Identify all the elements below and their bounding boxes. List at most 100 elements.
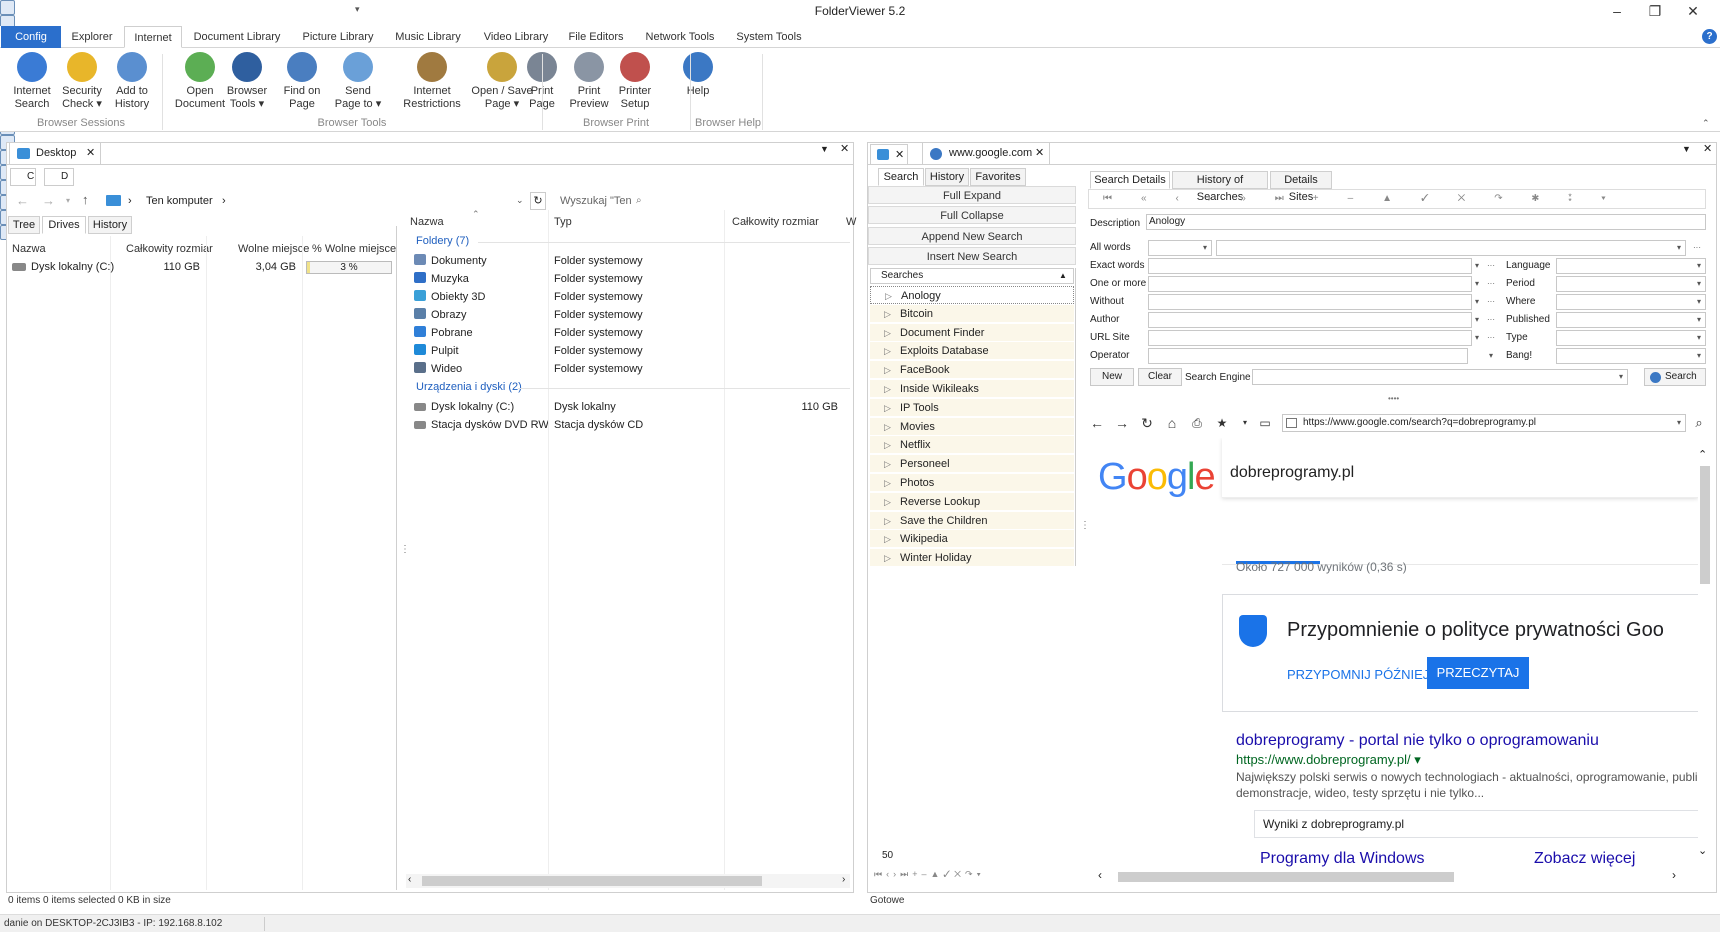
url-site-input[interactable] <box>1148 330 1472 346</box>
scroll-left-icon[interactable]: ‹ <box>408 874 411 885</box>
col-nazwa[interactable]: Nazwa <box>410 216 444 228</box>
tab-file-editors[interactable]: File Editors <box>562 26 630 48</box>
tab-tree[interactable]: Tree <box>8 216 40 234</box>
scroll-down-icon[interactable]: ⌄ <box>1698 844 1707 857</box>
chevron-down-icon[interactable]: ▾ <box>1470 312 1484 328</box>
chevron-down-icon[interactable]: ▾ <box>1672 415 1686 431</box>
chevron-down-icon[interactable]: ▾ <box>1692 312 1706 328</box>
searches-header[interactable]: Searches ▲ <box>870 268 1074 284</box>
chevron-down-icon[interactable]: ▾ <box>1692 258 1706 274</box>
full-expand-button[interactable]: Full Expand <box>868 186 1076 204</box>
tab-internet[interactable]: Internet <box>124 26 182 48</box>
col-free[interactable]: Wolne miejsce <box>238 243 309 255</box>
clear-button[interactable]: Clear <box>1138 368 1182 386</box>
favorites-icon[interactable]: ★ <box>1213 414 1231 432</box>
close-button[interactable]: ✕ <box>1674 0 1712 22</box>
scroll-up-icon[interactable]: ⌃ <box>1698 448 1707 461</box>
list-item[interactable]: Muzyka <box>414 270 544 288</box>
col-total[interactable]: Całkowity rozmiar <box>126 243 213 255</box>
result-title-link[interactable]: dobreprogramy - portal nie tylko o oprog… <box>1236 732 1599 750</box>
all-words-input[interactable] <box>1216 240 1686 256</box>
address-path[interactable]: Ten komputer <box>146 195 213 207</box>
google-search-box[interactable]: dobreprogramy.pl <box>1222 438 1698 498</box>
chevron-down-icon[interactable]: ▾ <box>1470 276 1484 292</box>
search-input[interactable]: Wyszukaj "Ten <box>560 195 632 207</box>
bookmark-icon[interactable]: ▭ <box>1256 414 1274 432</box>
send-page-to-button[interactable]: Send Page to ▾ <box>326 52 390 111</box>
where-select[interactable] <box>1556 294 1706 310</box>
more-options-icon[interactable]: ··· <box>1484 258 1498 274</box>
tab-document-library[interactable]: Document Library <box>186 26 288 48</box>
pane-menu-icon[interactable]: ▼ <box>820 144 829 154</box>
printer-setup-button[interactable]: Printer Setup <box>612 52 658 111</box>
close-tab-icon[interactable]: ✕ <box>86 143 95 164</box>
search-item[interactable]: ▷ IP Tools <box>870 398 1074 417</box>
more-options-icon[interactable]: ··· <box>1690 240 1704 256</box>
search-item[interactable]: ▷ Wikipedia <box>870 530 1074 549</box>
expand-icon[interactable]: ▷ <box>884 399 891 417</box>
chevron-down-icon[interactable]: ▾ <box>1692 330 1706 346</box>
type-select[interactable] <box>1556 330 1706 346</box>
chevron-down-icon[interactable]: ▾ <box>1672 240 1686 256</box>
one-or-more-input[interactable] <box>1148 276 1472 292</box>
search-item[interactable]: ▷ Document Finder <box>870 323 1074 342</box>
search-item[interactable]: ▷ Bitcoin <box>870 304 1074 323</box>
drive-c-button[interactable]: C <box>10 168 36 186</box>
col-nazwa[interactable]: Nazwa <box>12 243 46 255</box>
language-select[interactable] <box>1556 258 1706 274</box>
search-item[interactable]: ▷ Photos <box>870 474 1074 492</box>
splitter-handle-icon[interactable]: ⋮ <box>400 544 410 555</box>
list-item[interactable]: Obrazy <box>414 306 544 324</box>
chevron-down-icon[interactable]: ▾ <box>1692 348 1706 364</box>
expand-icon[interactable]: ▷ <box>884 493 891 511</box>
list-item[interactable]: Wideo <box>414 360 544 378</box>
tab-history[interactable]: History <box>88 216 132 234</box>
chevron-down-icon[interactable]: ▾ <box>1692 276 1706 292</box>
search-item[interactable]: ▷ Netflix <box>870 436 1074 455</box>
list-item[interactable]: Pobrane <box>414 324 544 342</box>
more-options-icon[interactable]: ··· <box>1484 330 1498 346</box>
help-button[interactable]: Help <box>678 52 718 98</box>
tab-music-library[interactable]: Music Library <box>388 26 468 48</box>
more-options-icon[interactable]: ··· <box>1484 312 1498 328</box>
search-item[interactable]: ▷ Save the Children <box>870 511 1074 530</box>
minimize-button[interactable]: – <box>1598 0 1636 22</box>
search-item[interactable]: ▷ Exploits Database <box>870 342 1074 361</box>
search-engine-select[interactable] <box>1252 369 1628 385</box>
expand-icon[interactable]: ▷ <box>884 455 891 473</box>
scroll-right-icon[interactable]: › <box>842 874 845 885</box>
tab-favorites[interactable]: Favorites <box>970 168 1026 186</box>
search-item[interactable]: ▷ Movies <box>870 417 1074 436</box>
description-field[interactable]: Anology <box>1146 214 1706 230</box>
append-new-search-button[interactable]: Append New Search <box>868 227 1076 245</box>
more-options-icon[interactable]: ··· <box>1484 294 1498 310</box>
tab-system-tools[interactable]: System Tools <box>730 26 808 48</box>
up-icon[interactable]: ↑ <box>82 192 89 207</box>
chevron-down-icon[interactable]: ▾ <box>1470 330 1484 346</box>
expand-icon[interactable]: ▷ <box>884 436 891 454</box>
expand-icon[interactable]: ▷ <box>884 512 891 530</box>
period-select[interactable] <box>1556 276 1706 292</box>
list-item[interactable]: Dysk lokalny (C:) <box>414 398 544 416</box>
sitelink-programy[interactable]: Programy dla Windows <box>1260 850 1425 868</box>
pane-menu-icon[interactable]: ▼ <box>1682 144 1691 154</box>
search-item[interactable]: ▷ FaceBook <box>870 361 1074 380</box>
expand-icon[interactable]: ▷ <box>884 342 891 360</box>
tab-video-library[interactable]: Video Library <box>472 26 560 48</box>
maximize-button[interactable]: ❐ <box>1636 0 1674 22</box>
chevron-down-icon[interactable]: ▾ <box>1484 348 1498 364</box>
expand-icon[interactable]: ▷ <box>884 418 891 436</box>
scroll-right-icon[interactable]: › <box>1672 868 1676 882</box>
chevron-down-icon[interactable]: ▾ <box>1470 258 1484 274</box>
chevron-down-icon[interactable]: ▾ <box>1198 240 1212 256</box>
home-icon[interactable]: ⌂ <box>1163 414 1181 432</box>
add-to-history-button[interactable]: Add to History <box>108 52 156 111</box>
search-icon[interactable]: ⌕ <box>1690 414 1708 432</box>
col-typ[interactable]: Typ <box>554 216 572 228</box>
more-options-icon[interactable]: ··· <box>1484 276 1498 292</box>
vertical-scrollbar[interactable]: ⌃ ⌄ <box>1698 448 1712 860</box>
scrollbar-thumb[interactable] <box>1700 466 1710 584</box>
search-icon[interactable]: ⌕ <box>636 195 642 206</box>
chevron-down-icon[interactable]: ▾ <box>1236 414 1254 432</box>
find-on-page-button[interactable]: Find on Page <box>276 52 328 111</box>
